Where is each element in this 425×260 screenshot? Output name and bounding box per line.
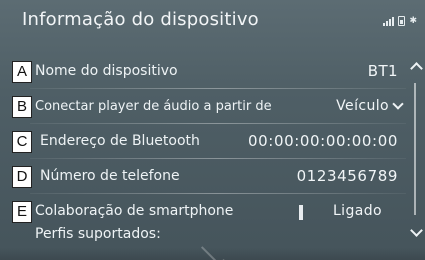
- device-name-label: Nome do dispositivo: [35, 63, 178, 79]
- supported-profiles-label: Perfis suportados:: [35, 226, 161, 242]
- row-phone-number: D Número de telefone 0123456789: [0, 159, 406, 194]
- toggle-indicator[interactable]: [299, 205, 303, 220]
- device-info-screen: Informação do dispositivo ✱ A Nome do di…: [0, 0, 425, 260]
- header: Informação do dispositivo ✱: [0, 0, 425, 40]
- status-bar: ✱: [383, 14, 417, 26]
- page-title: Informação do dispositivo: [22, 9, 259, 30]
- scrollbar[interactable]: [414, 83, 416, 215]
- marker-e: E: [12, 201, 32, 223]
- phone-number-value: 0123456789: [296, 167, 398, 185]
- row-audio-source[interactable]: B Conectar player de áudio a partir de V…: [0, 89, 406, 124]
- signal-icon: [383, 17, 395, 26]
- marker-d: D: [12, 166, 32, 188]
- scroll-up-icon[interactable]: [410, 62, 423, 75]
- bluetooth-icon: ✱: [409, 16, 417, 26]
- row-smartphone-collaboration[interactable]: E Colaboração de smartphone Ligado: [0, 194, 406, 229]
- device-info-list: A Nome do dispositivo BT1 B Conectar pla…: [0, 54, 406, 229]
- marker-b: B: [12, 96, 32, 118]
- marker-c: C: [12, 131, 32, 153]
- bluetooth-address-label: Endereço de Bluetooth: [40, 133, 200, 149]
- device-name-value: BT1: [367, 62, 398, 80]
- audio-source-select[interactable]: Veículo: [336, 98, 404, 114]
- row-bluetooth-address: C Endereço de Bluetooth 00:00:00:00:00:0…: [0, 124, 406, 159]
- phone-number-label: Número de telefone: [40, 168, 180, 184]
- marker-a: A: [12, 61, 32, 83]
- bluetooth-address-value: 00:00:00:00:00:00: [248, 132, 398, 150]
- battery-icon: [398, 16, 406, 26]
- smartphone-collaboration-label: Colaboração de smartphone: [35, 203, 234, 219]
- audio-source-value: Veículo: [336, 98, 389, 114]
- chevron-down-icon: [392, 98, 404, 110]
- smartphone-collaboration-value: Ligado: [332, 203, 382, 219]
- row-device-name[interactable]: A Nome do dispositivo BT1: [0, 54, 406, 89]
- audio-source-label: Conectar player de áudio a partir de: [35, 99, 272, 114]
